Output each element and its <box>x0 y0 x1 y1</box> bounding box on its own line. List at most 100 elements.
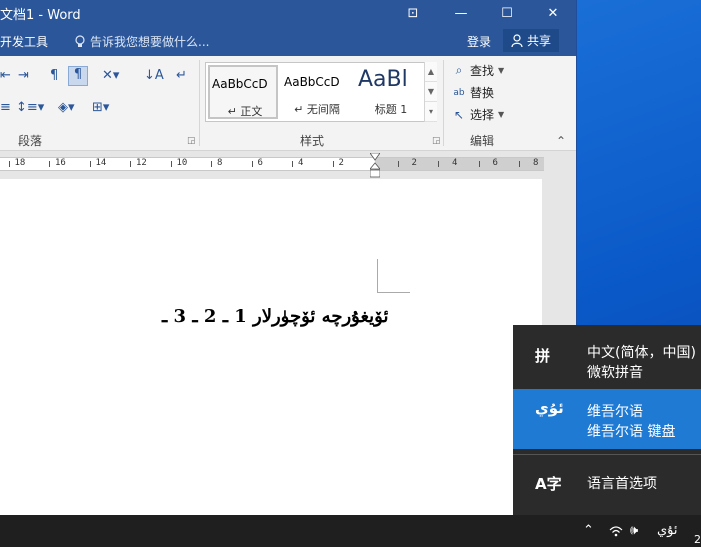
ime-keyboard: 维吾尔语 键盘 <box>587 424 676 440</box>
scroll-up-icon[interactable]: ▲ <box>425 62 437 82</box>
minimize-icon: — <box>454 5 468 21</box>
indent-marker-icon[interactable] <box>370 153 380 178</box>
document-heading[interactable]: ئۆيغۇرچە ئۆچۈرلار 1 ـ 2 ـ 3 ـ <box>162 306 388 327</box>
scroll-down-icon[interactable]: ▼ <box>425 82 437 102</box>
line-spacing-icon[interactable]: ↕≡▾ <box>16 100 44 116</box>
ruler-tick <box>478 161 480 167</box>
chevron-down-icon: ▼ <box>498 110 505 119</box>
show-hidden-icons-chevron-icon[interactable]: ⌃ <box>583 523 594 538</box>
input-indicator[interactable]: ئۇي <box>657 523 678 538</box>
show-formatting-icon[interactable]: ↵ <box>176 68 187 84</box>
language-preferences-link[interactable]: A字 语言首选项 <box>513 455 701 515</box>
ruler-number: 2 <box>411 158 417 168</box>
maximize-icon: ☐ <box>501 5 513 21</box>
close-button[interactable]: ✕ <box>530 0 576 26</box>
collapse-ribbon-icon[interactable]: ⌃ <box>556 134 566 148</box>
ime-item-chinese-pinyin[interactable]: 拼 中文(简体，中国) 微软拼音 <box>513 325 701 389</box>
input-method-flyout: 拼 中文(简体，中国) 微软拼音 ئۇي 维吾尔语 维吾尔语 键盘 A字 语言首… <box>513 325 701 515</box>
select-button[interactable]: ↖ 选择 ▼ <box>452 106 504 123</box>
ribbon-tab-bar: 开发工具 告诉我您想要做什么... 登录 共享 <box>0 26 576 56</box>
justify-icon[interactable]: ≡ <box>0 100 11 116</box>
style-preview: AaBl <box>358 67 408 92</box>
group-label-paragraph: 段落 <box>18 134 43 148</box>
share-button[interactable]: 共享 <box>503 29 559 52</box>
group-divider <box>443 60 444 146</box>
borders-icon[interactable]: ⊞▾ <box>92 100 109 116</box>
maximize-button[interactable]: ☐ <box>484 0 530 26</box>
asian-layout-icon[interactable]: ✕▾ <box>102 68 119 84</box>
lightbulb-icon <box>75 34 85 47</box>
replace-button[interactable]: ab 替换 <box>452 84 494 101</box>
ruler-number: 8 <box>533 158 539 168</box>
ruler-number: 8 <box>217 158 223 168</box>
ruler-tick <box>332 161 334 167</box>
group-label-editing: 编辑 <box>470 134 495 148</box>
margin-corner-mark <box>377 259 378 292</box>
wifi-icon[interactable] <box>609 525 623 537</box>
replace-label: 替换 <box>470 86 495 100</box>
ltr-direction-icon[interactable]: ¶ <box>50 68 58 84</box>
search-icon: ⌕ <box>455 63 463 77</box>
tab-developer[interactable]: 开发工具 <box>0 33 48 50</box>
cursor-icon: ↖ <box>453 107 465 122</box>
ruler-tick <box>89 161 91 167</box>
ruler-tick <box>130 161 131 167</box>
ruler-number: 12 <box>136 158 147 168</box>
decrease-indent-icon[interactable]: ⇤ <box>0 68 11 84</box>
select-label: 选择 <box>470 108 495 122</box>
ruler-tick <box>519 161 520 167</box>
tell-me-search[interactable]: 告诉我您想要做什么... <box>74 33 209 50</box>
more-styles-icon[interactable]: ▾ <box>425 102 437 122</box>
style-heading-1[interactable]: AaBl 标题 1 <box>356 65 426 119</box>
sort-icon[interactable]: ↓A <box>144 68 164 84</box>
chevron-down-icon: ▼ <box>498 66 505 75</box>
ime-keyboard: 微软拼音 <box>587 365 643 381</box>
ruler-tick <box>170 161 172 167</box>
ruler-tick <box>251 161 253 167</box>
minimize-button[interactable]: — <box>438 0 484 26</box>
ribbon-display-options-button[interactable]: ⊡ <box>390 0 436 26</box>
style-no-spacing[interactable]: AaBbCcD ↵ 无间隔 <box>282 65 352 119</box>
preferences-label: 语言首选项 <box>587 476 657 492</box>
ruler-number: 18 <box>14 158 26 168</box>
ribbon-home: ⇤ ⇥ ¶ ¶ ✕▾ ↓A ↵ ≡ ↕≡▾ ◈▾ ⊞▾ 段落 ◲ AaBbCcD… <box>0 56 576 151</box>
pinyin-icon: 拼 <box>535 347 551 365</box>
tell-me-text: 告诉我您想要做什么... <box>90 35 210 49</box>
document-area: ئۆيغۇرچە ئۆچۈرلار 1 ـ 2 ـ 3 ـ <box>0 179 576 515</box>
increase-indent-icon[interactable]: ⇥ <box>18 68 29 84</box>
word-window: 文档1 - Word ⊡ — ☐ ✕ 开发工具 告诉我您想要做什么... 登录 <box>0 0 577 515</box>
ruler-number: 4 <box>452 158 458 168</box>
ime-language: 维吾尔语 <box>587 404 643 420</box>
styles-dialog-launcher[interactable]: ◲ <box>432 136 441 146</box>
ruler-tick <box>49 161 50 167</box>
ruler-number: 10 <box>176 158 188 168</box>
style-preview: AaBbCcD <box>212 77 268 91</box>
document-page[interactable]: ئۆيغۇرچە ئۆچۈرلار 1 ـ 2 ـ 3 ـ <box>0 179 542 515</box>
ruler-tick <box>438 161 439 167</box>
styles-gallery: AaBbCcD ↵ 正文 AaBbCcD ↵ 无间隔 AaBl 标题 1 <box>205 62 437 122</box>
shading-icon[interactable]: ◈▾ <box>58 100 75 116</box>
ruler: 18 16 14 12 10 8 6 4 2 2 4 6 8 <box>0 151 576 179</box>
ruler-number: 16 <box>55 158 66 168</box>
style-name: ↵ 正文 <box>227 105 263 118</box>
rtl-direction-icon[interactable]: ¶ <box>68 66 88 86</box>
volume-icon[interactable]: 🕪 <box>630 523 638 538</box>
close-icon: ✕ <box>547 5 559 21</box>
clock-fragment[interactable]: 2 <box>694 533 701 546</box>
paragraph-dialog-launcher[interactable]: ◲ <box>187 136 196 146</box>
ruler-tick <box>211 161 212 167</box>
person-icon <box>511 34 523 47</box>
styles-scroll: ▲ ▼ ▾ <box>424 62 437 122</box>
uyghur-icon: ئۇي <box>535 399 564 417</box>
style-normal[interactable]: AaBbCcD ↵ 正文 <box>208 65 278 119</box>
title-bar: 文档1 - Word ⊡ — ☐ ✕ <box>0 0 576 26</box>
sign-in-link[interactable]: 登录 <box>467 33 491 50</box>
find-button[interactable]: ⌕ 查找 ▼ <box>452 62 505 79</box>
group-label-styles: 样式 <box>300 134 325 148</box>
ime-item-uyghur[interactable]: ئۇي 维吾尔语 维吾尔语 键盘 <box>513 389 701 449</box>
horizontal-ruler[interactable]: 18 16 14 12 10 8 6 4 2 2 4 6 8 <box>0 157 544 171</box>
ruler-tick <box>292 161 293 167</box>
style-name: ↵ 无间隔 <box>294 103 340 116</box>
ruler-number: 6 <box>492 158 498 168</box>
ruler-number: 2 <box>338 158 344 168</box>
